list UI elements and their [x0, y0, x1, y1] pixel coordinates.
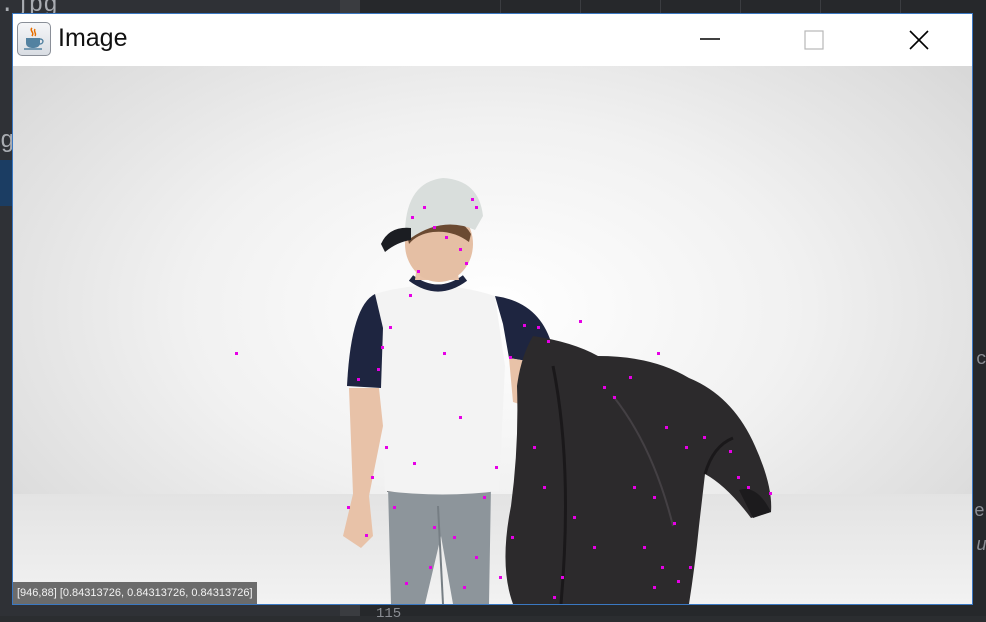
image-canvas[interactable]: [946,88] [0.84313726, 0.84313726, 0.8431… [13, 66, 972, 604]
background-divider [500, 0, 501, 14]
close-button[interactable] [888, 14, 950, 66]
close-icon [909, 30, 929, 50]
left-sleeve [347, 294, 383, 388]
window-title: Image [58, 24, 128, 52]
status-bar: [946,88] [0.84313726, 0.84313726, 0.8431… [13, 582, 257, 604]
minimize-icon [700, 38, 720, 40]
background-divider [900, 0, 901, 14]
white-shirt [375, 285, 505, 495]
background-divider [660, 0, 661, 14]
minimize-button[interactable] [679, 14, 741, 66]
leather-jacket [505, 336, 772, 604]
photo-scene [235, 178, 772, 604]
background-text-fragment: u [976, 536, 986, 556]
background-divider [740, 0, 741, 14]
maximize-icon [804, 30, 824, 50]
background-text-fragment: 115 [376, 606, 402, 622]
background-text-fragment: c [976, 350, 986, 370]
background-divider [580, 0, 581, 14]
background-divider [820, 0, 821, 14]
cursor-coords: [946,88] [17, 587, 57, 599]
pixel-value: [0.84313726, 0.84313726, 0.84313726] [59, 587, 253, 599]
maximize-button[interactable] [783, 14, 845, 66]
title-bar[interactable]: Image [13, 14, 972, 66]
java-cup-icon[interactable] [17, 22, 51, 56]
left-arm [343, 388, 383, 548]
image-window: Image [946,88] [0.84313726, 0.84313726, … [12, 13, 973, 605]
background-text-fragment: ep [974, 502, 986, 522]
